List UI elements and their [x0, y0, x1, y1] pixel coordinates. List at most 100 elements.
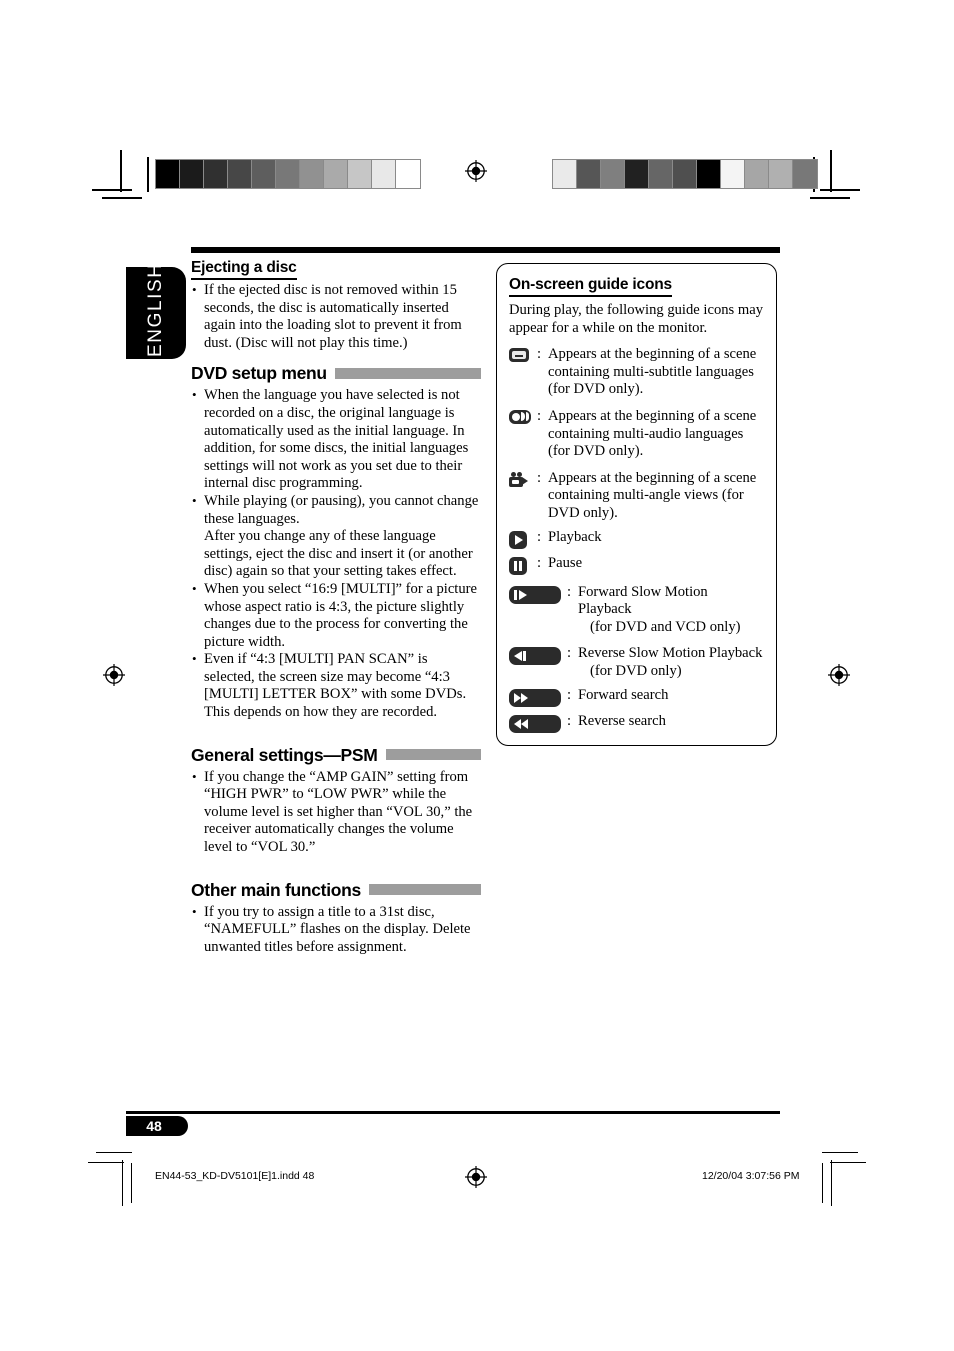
step-wedge-left	[155, 159, 421, 189]
bullet-list-dvd-setup-menu: When the language you have selected is n…	[191, 386, 481, 721]
crop-mark-bottom-left-vertical	[122, 1160, 123, 1206]
guide-icon-description-line: Playback	[548, 528, 602, 545]
step-wedge-patch	[324, 160, 348, 188]
step-wedge-patch	[252, 160, 276, 188]
step-wedge-patch	[228, 160, 252, 188]
list-item: When you select “16:9 [MULTI]” for a pic…	[191, 580, 481, 651]
crop-mark-bottom-left-inner-horizontal	[88, 1162, 124, 1163]
multi-subtitle-icon	[509, 346, 537, 363]
bullet-text: Even if “4:3 [MULTI] PAN SCAN” is select…	[204, 651, 467, 721]
crop-mark-top-right-inner-horizontal	[810, 197, 850, 199]
guide-icon-description: Appears at the beginning of a scene cont…	[548, 346, 764, 399]
guide-icon-list: : Appears at the beginning of a scene con…	[509, 346, 764, 733]
step-wedge-patch	[793, 160, 817, 188]
guide-icon-description: Forward Slow Motion Playback (for DVD and…	[578, 584, 764, 637]
heading-ejecting-a-disc: Ejecting a disc	[191, 258, 297, 280]
guide-icon-separator: :	[537, 407, 542, 424]
registration-target-top	[465, 160, 487, 182]
heading-bar	[334, 367, 481, 379]
guide-icon-row: : Appears at the beginning of a scene con…	[509, 408, 764, 461]
guide-icon-description-line: Reverse Slow Motion Playback	[578, 645, 763, 662]
guide-icon-description-line: Appears at the beginning of a scene cont…	[548, 407, 757, 460]
heading-other-main-functions: Other main functions	[191, 879, 481, 901]
list-item: If you try to assign a title to a 31st d…	[191, 903, 481, 957]
crop-mark-top-left-inner-vertical	[147, 157, 149, 192]
guide-icon-row: : Playback	[509, 529, 764, 549]
guide-icon-description-line: Forward search	[578, 686, 669, 703]
heading-bar	[368, 884, 481, 896]
crop-mark-top-left-inner-horizontal	[102, 197, 142, 199]
crop-mark-bottom-right-inner-horizontal	[830, 1162, 866, 1163]
step-wedge-patch	[276, 160, 300, 188]
bullet-list-other-main-functions: If you try to assign a title to a 31st d…	[191, 903, 481, 957]
bullet-text: If you change the “AMP GAIN” setting fro…	[204, 768, 473, 856]
step-wedge-patch	[721, 160, 745, 188]
on-screen-guide-icons-box: On-screen guide icons During play, the f…	[496, 263, 777, 746]
guide-icon-description: Reverse search	[578, 713, 764, 731]
crop-mark-bottom-right-vertical	[831, 1160, 832, 1206]
guide-icon-description: Appears at the beginning of a scene cont…	[548, 470, 764, 523]
bullet-text: If you try to assign a title to a 31st d…	[204, 903, 471, 955]
registration-target-left	[103, 664, 125, 686]
list-item: When the language you have selected is n…	[191, 386, 481, 493]
registration-target-bottom	[465, 1166, 487, 1188]
guide-icon-separator: :	[567, 583, 572, 600]
guide-icon-description: Forward search	[578, 687, 764, 705]
reverse-slow-motion-icon	[509, 645, 567, 666]
bullet-continuation-text: After you change any of these language s…	[204, 528, 473, 580]
forward-search-icon	[509, 687, 567, 707]
page-number-tab: 48	[126, 1116, 188, 1136]
step-wedge-patch	[372, 160, 396, 188]
crop-mark-top-right-vertical	[830, 150, 832, 192]
guide-icon-separator: :	[567, 686, 572, 703]
forward-slow-motion-icon	[509, 584, 567, 604]
page-number-label: 48	[146, 1118, 162, 1134]
guide-icon-separator: :	[567, 712, 572, 729]
reverse-search-icon	[509, 713, 567, 733]
guide-icon-row: : Forward Slow Motion Playback (for DVD an…	[509, 584, 764, 637]
registration-target-right	[828, 664, 850, 686]
header-rule	[191, 247, 780, 253]
heading-text: Other main functions	[191, 879, 361, 900]
crop-mark-bottom-left-inner-vertical	[131, 1163, 132, 1203]
step-wedge-patch	[156, 160, 180, 188]
guide-icon-description-line: Reverse search	[578, 712, 666, 729]
guide-icon-separator: :	[567, 645, 572, 662]
guide-icon-row: : Forward search	[509, 687, 764, 707]
guide-icon-description-line: Appears at the beginning of a scene cont…	[548, 469, 757, 521]
footer-rule	[126, 1111, 780, 1114]
manual-page: ENGLISH Ejecting a disc If the ejected d…	[0, 0, 954, 1351]
guide-icon-row: : Reverse Slow Motion Playback (for DVD on…	[509, 645, 764, 680]
step-wedge-patch	[769, 160, 793, 188]
multi-angle-icon	[509, 470, 537, 487]
guide-icon-description-line: Pause	[548, 554, 583, 571]
list-item: If you change the “AMP GAIN” setting fro…	[191, 768, 481, 857]
guide-icon-separator: :	[537, 528, 542, 545]
footer-filename: EN44-53_KD-DV5101[E]1.indd 48	[155, 1170, 315, 1182]
guide-icon-description-line: (for DVD and VCD only)	[590, 618, 741, 635]
crop-mark-top-left-horizontal	[92, 189, 132, 191]
guide-icon-row: : Pause	[509, 555, 764, 575]
step-wedge-patch	[204, 160, 228, 188]
step-wedge-patch	[300, 160, 324, 188]
step-wedge-patch	[180, 160, 204, 188]
guide-icon-description-line: (for DVD only)	[590, 662, 682, 679]
crop-mark-bottom-left-horizontal	[96, 1152, 132, 1153]
step-wedge-patch	[577, 160, 601, 188]
bullet-text: When the language you have selected is n…	[204, 387, 469, 492]
footer-timestamp: 12/20/04 3:07:56 PM	[702, 1170, 800, 1182]
playback-icon	[509, 529, 537, 549]
guide-intro-text: During play, the following guide icons m…	[509, 302, 763, 336]
heading-on-screen-guide-icons: On-screen guide icons	[509, 275, 672, 297]
bullet-list-general-settings: If you change the “AMP GAIN” setting fro…	[191, 768, 481, 857]
list-item: Even if “4:3 [MULTI] PAN SCAN” is select…	[191, 650, 481, 721]
heading-bar	[385, 749, 481, 761]
step-wedge-patch	[625, 160, 649, 188]
guide-icon-description: Appears at the beginning of a scene cont…	[548, 408, 764, 461]
guide-icon-row: : Reverse search	[509, 713, 764, 733]
step-wedge-right	[552, 159, 818, 189]
bullet-text: While playing (or pausing), you cannot c…	[204, 492, 479, 527]
